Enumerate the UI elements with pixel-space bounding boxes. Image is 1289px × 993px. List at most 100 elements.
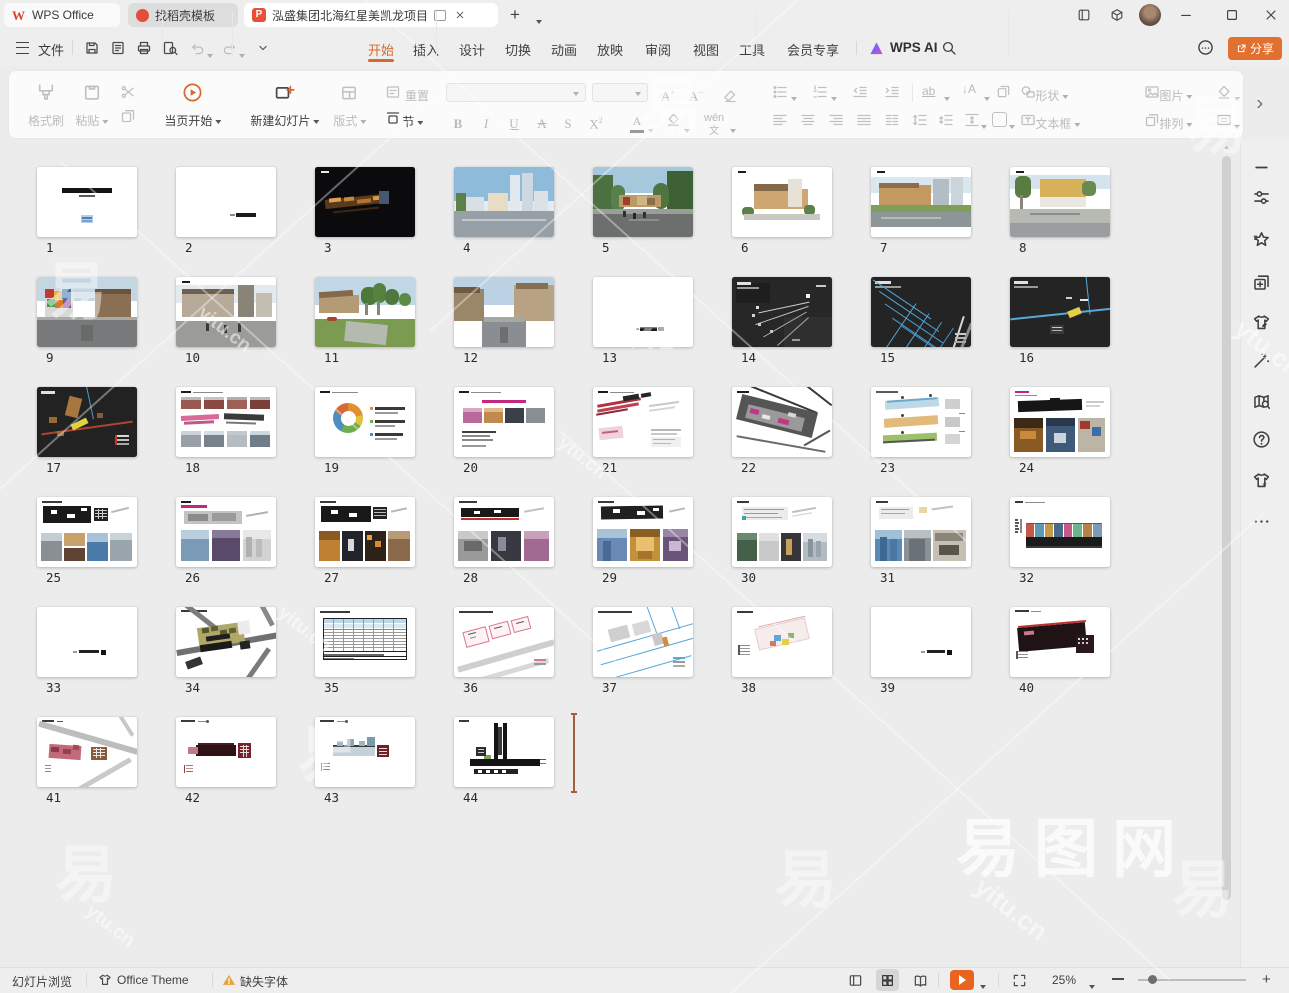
align-left-icon[interactable]: [772, 112, 788, 128]
italic-icon[interactable]: I: [484, 116, 488, 132]
slide-thumbnail[interactable]: [315, 717, 415, 787]
numbered-caret[interactable]: [831, 90, 837, 108]
toolbar-collapse-caret[interactable]: [256, 41, 270, 55]
slide-thumbnail[interactable]: [871, 607, 971, 677]
shadow-icon[interactable]: S: [564, 116, 571, 132]
font-color-icon[interactable]: A: [630, 114, 644, 133]
para-spacing-icon[interactable]: [938, 112, 954, 128]
sidebar-theme-shirt-icon[interactable]: [1252, 313, 1271, 332]
redo-icon[interactable]: [222, 41, 237, 56]
ribbon-expand-chevron[interactable]: [1252, 96, 1268, 112]
slide-size-icon[interactable]: [1216, 112, 1232, 128]
scrollbar-thumb[interactable]: [1222, 156, 1231, 900]
file-menu[interactable]: 文件: [38, 40, 64, 59]
slide-thumbnail[interactable]: [732, 387, 832, 457]
start-from-page-label[interactable]: 当页开始: [164, 112, 221, 129]
slide-thumbnail[interactable]: [315, 387, 415, 457]
font-size-select[interactable]: [592, 83, 648, 102]
section-icon[interactable]: [385, 110, 401, 126]
share-button[interactable]: 分享: [1228, 37, 1282, 60]
slide-thumbnail[interactable]: [593, 167, 693, 237]
undo-icon[interactable]: [190, 41, 205, 56]
highlight-caret[interactable]: [684, 122, 690, 140]
slide-thumbnail[interactable]: [176, 387, 276, 457]
slide-thumbnail[interactable]: [1010, 497, 1110, 567]
slide-thumbnail[interactable]: [176, 607, 276, 677]
undo-caret[interactable]: [207, 47, 213, 65]
sidebar-more-dots-icon[interactable]: [1252, 512, 1271, 531]
columns-icon[interactable]: [884, 112, 900, 128]
char-shading-icon[interactable]: ab: [922, 84, 935, 98]
numbered-list-icon[interactable]: [812, 84, 828, 100]
zoom-slider-knob[interactable]: [1148, 975, 1157, 984]
slide-thumbnail[interactable]: [176, 277, 276, 347]
view-mode-label[interactable]: 幻灯片浏览: [12, 973, 72, 990]
shapes-label[interactable]: 形状: [1035, 87, 1068, 104]
sidebar-map-search-icon[interactable]: [1252, 392, 1271, 411]
layout-icon[interactable]: [340, 84, 358, 102]
slide-thumbnail[interactable]: [593, 497, 693, 567]
sidebar-favorites-star-icon[interactable]: [1252, 230, 1271, 249]
tab-docer-template[interactable]: 找稻壳模板: [128, 3, 238, 27]
menu-tab-3[interactable]: 切换: [505, 40, 531, 59]
close-button[interactable]: [1264, 8, 1278, 22]
menu-tab-0[interactable]: 开始: [368, 40, 394, 59]
play-options-caret[interactable]: [980, 978, 986, 993]
print-icon[interactable]: [136, 40, 152, 56]
copy-icon[interactable]: [120, 108, 136, 124]
slide-thumbnail[interactable]: [871, 277, 971, 347]
slide-thumbnail[interactable]: [593, 277, 693, 347]
export-pdf-icon[interactable]: [110, 40, 126, 56]
menu-tab-9[interactable]: 会员专享: [787, 40, 839, 59]
slide-thumbnail[interactable]: [454, 167, 554, 237]
bold-icon[interactable]: B: [454, 116, 463, 132]
picture-icon[interactable]: [1144, 84, 1160, 100]
picture-label[interactable]: 图片: [1159, 87, 1192, 104]
new-slide-label[interactable]: 新建幻灯片: [250, 112, 319, 129]
new-tab-button[interactable]: +: [510, 7, 520, 23]
tab-close-icon[interactable]: [455, 10, 465, 20]
bullet-caret[interactable]: [791, 90, 797, 108]
phonetic-caret[interactable]: [730, 122, 736, 140]
slide-thumbnail[interactable]: [315, 497, 415, 567]
slide-thumbnail[interactable]: [176, 167, 276, 237]
slide-thumbnail[interactable]: [1010, 607, 1110, 677]
tab-document-active[interactable]: P泓盛集团北海红星美凯龙项目: [244, 3, 498, 27]
search-icon[interactable]: [941, 40, 957, 56]
tab-wps-home[interactable]: WWPS Office: [4, 3, 120, 27]
paste-icon[interactable]: [82, 82, 102, 102]
play-from-page-icon[interactable]: [182, 82, 203, 103]
slide-thumbnail[interactable]: [871, 387, 971, 457]
print-preview-icon[interactable]: [162, 40, 178, 56]
font-color-caret[interactable]: [648, 122, 654, 140]
normal-view-icon[interactable]: [848, 973, 863, 988]
sidebar-magic-wand-icon[interactable]: [1252, 351, 1271, 370]
increase-font-icon[interactable]: A+: [661, 88, 675, 104]
slide-thumbnail[interactable]: [454, 607, 554, 677]
align-right-icon[interactable]: [828, 112, 844, 128]
read-view-icon[interactable]: [913, 973, 928, 988]
slide-thumbnail[interactable]: [732, 277, 832, 347]
text-direction-icon[interactable]: ↓A: [962, 82, 976, 96]
sidebar-collapse-icon[interactable]: [1252, 158, 1271, 177]
arrange-label[interactable]: 排列: [1159, 115, 1192, 132]
slide-thumbnail[interactable]: [732, 167, 832, 237]
slide-thumbnail[interactable]: [732, 607, 832, 677]
reset-icon[interactable]: [385, 84, 401, 100]
workspace-cube-icon[interactable]: [1110, 8, 1124, 22]
slide-thumbnail[interactable]: [454, 277, 554, 347]
zoom-level[interactable]: 25%: [1052, 973, 1076, 987]
menu-tab-6[interactable]: 审阅: [645, 40, 671, 59]
slide-thumbnail[interactable]: [732, 497, 832, 567]
layout-label[interactable]: 版式: [333, 112, 366, 129]
fit-screen-icon[interactable]: [1012, 973, 1027, 988]
slide-size-caret[interactable]: [1234, 118, 1240, 136]
slide-thumbnail[interactable]: [37, 717, 137, 787]
slide-thumbnail[interactable]: [1010, 277, 1110, 347]
slide-thumbnail[interactable]: [1010, 387, 1110, 457]
zoom-in-button[interactable]: +: [1262, 972, 1271, 987]
strikethrough-icon[interactable]: A: [537, 116, 546, 132]
clear-format-icon[interactable]: [722, 88, 738, 104]
phonetic-guide-icon[interactable]: wén文: [704, 112, 724, 137]
avatar[interactable]: [1139, 4, 1161, 26]
